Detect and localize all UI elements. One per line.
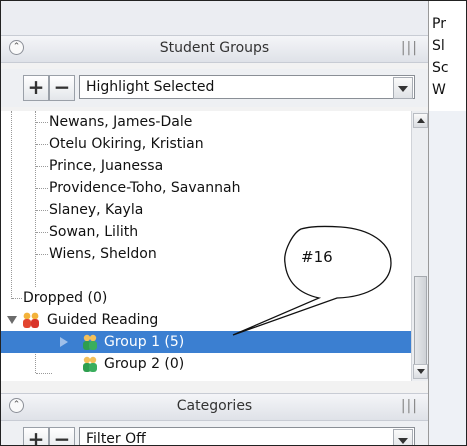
- app-window: ⌃ Student Groups ||| + − Highlight Selec…: [0, 0, 467, 446]
- callout-bubble: [232, 225, 392, 336]
- callout-text: #16: [301, 248, 333, 266]
